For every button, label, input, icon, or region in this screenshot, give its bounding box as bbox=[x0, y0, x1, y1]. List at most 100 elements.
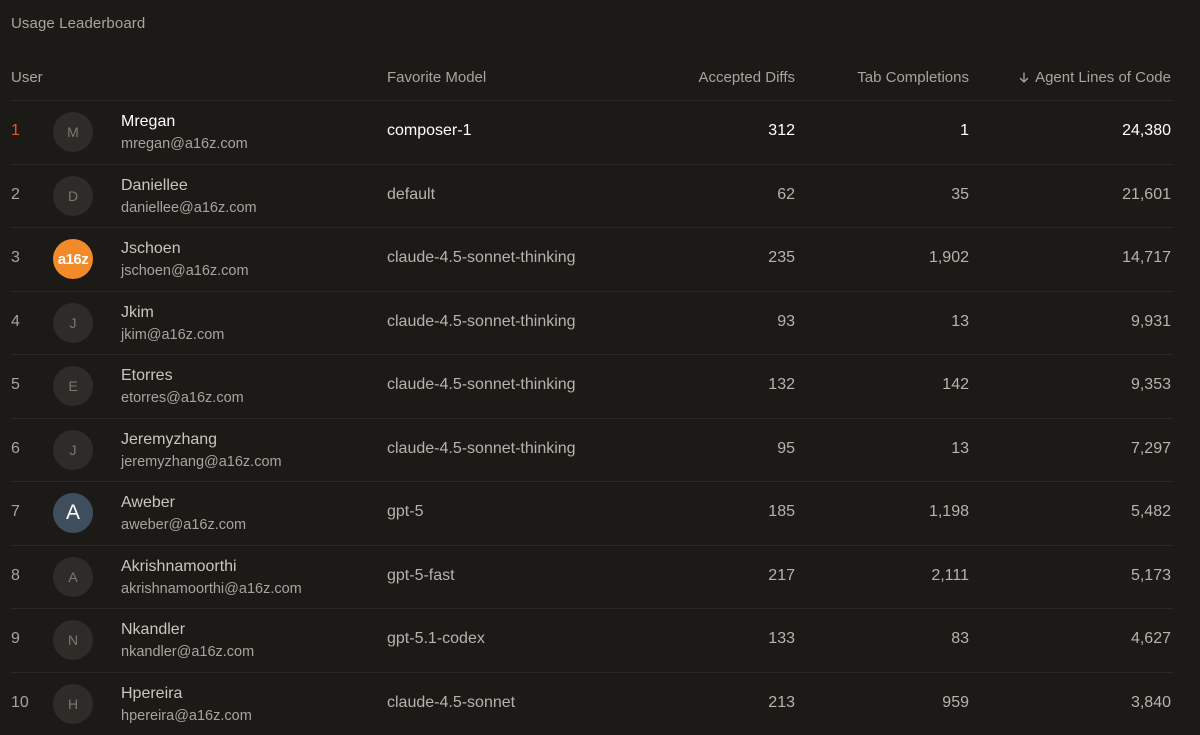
avatar: J bbox=[53, 429, 93, 470]
user-email: hpereira@a16z.com bbox=[121, 707, 252, 724]
column-header-agent-lines-label: Agent Lines of Code bbox=[1035, 69, 1171, 86]
arrow-down-icon bbox=[1019, 71, 1029, 83]
favorite-model: gpt-5 bbox=[387, 503, 424, 520]
avatar: M bbox=[53, 112, 93, 152]
avatar: J bbox=[53, 302, 93, 343]
user-email: mregan@a16z.com bbox=[121, 136, 248, 152]
user-name: Jkim bbox=[121, 303, 154, 321]
agent-lines: 9,931 bbox=[1130, 312, 1171, 330]
rank: 6 bbox=[11, 439, 20, 457]
rank: 5 bbox=[11, 376, 20, 393]
column-header-user[interactable]: User bbox=[11, 69, 43, 86]
agent-lines: 5,173 bbox=[1130, 566, 1171, 584]
user-email: jschoen@a16z.com bbox=[121, 263, 249, 279]
agent-lines: 3,840 bbox=[1130, 693, 1171, 711]
column-header-tab-completions[interactable]: Tab Completions bbox=[857, 69, 969, 86]
rank: 3 bbox=[11, 249, 20, 266]
favorite-model: claude-4.5-sonnet-thinking bbox=[387, 439, 576, 457]
user-name: Jschoen bbox=[121, 240, 181, 257]
tab-completions: 13 bbox=[951, 312, 969, 330]
avatar: A bbox=[53, 556, 93, 597]
agent-lines: 24,380 bbox=[1122, 122, 1171, 139]
tab-completions: 959 bbox=[942, 693, 969, 711]
table-row[interactable]: 4 J Jkim jkim@a16z.com claude-4.5-sonnet… bbox=[11, 292, 1173, 355]
favorite-model: claude-4.5-sonnet-thinking bbox=[387, 249, 576, 266]
favorite-model: claude-4.5-sonnet bbox=[387, 693, 516, 711]
table-row[interactable]: 3 a16z Jschoen jschoen@a16z.com claude-4… bbox=[11, 228, 1173, 292]
tab-completions: 2,111 bbox=[931, 566, 969, 584]
agent-lines: 4,627 bbox=[1130, 630, 1171, 647]
table-row[interactable]: 8 A Akrishnamoorthi akrishnamoorthi@a16z… bbox=[11, 546, 1173, 609]
user-name: Akrishnamoorthi bbox=[121, 557, 237, 575]
agent-lines: 21,601 bbox=[1122, 185, 1171, 203]
accepted-diffs: 132 bbox=[768, 376, 795, 393]
leaderboard-table: User Favorite Model Accepted Diffs Tab C… bbox=[11, 56, 1173, 735]
rank: 4 bbox=[11, 312, 20, 330]
rank: 1 bbox=[11, 122, 20, 139]
table-row[interactable]: 7 A Aweber aweber@a16z.com gpt-5 185 1,1… bbox=[11, 482, 1173, 546]
agent-lines: 5,482 bbox=[1130, 503, 1171, 520]
table-header: User Favorite Model Accepted Diffs Tab C… bbox=[11, 56, 1173, 101]
accepted-diffs: 185 bbox=[768, 503, 795, 520]
rank: 10 bbox=[11, 693, 29, 711]
tab-completions: 1,198 bbox=[928, 503, 969, 520]
favorite-model: claude-4.5-sonnet-thinking bbox=[387, 376, 576, 393]
favorite-model: claude-4.5-sonnet-thinking bbox=[387, 312, 576, 330]
accepted-diffs: 62 bbox=[777, 185, 795, 203]
user-name: Nkandler bbox=[121, 621, 186, 638]
user-name: Aweber bbox=[121, 494, 175, 511]
rank: 7 bbox=[11, 503, 20, 520]
tab-completions: 83 bbox=[951, 630, 969, 647]
avatar: H bbox=[53, 683, 93, 724]
table-row[interactable]: 9 N Nkandler nkandler@a16z.com gpt-5.1-c… bbox=[11, 609, 1173, 673]
rank: 9 bbox=[11, 630, 20, 647]
user-name: Mregan bbox=[121, 113, 176, 130]
accepted-diffs: 312 bbox=[768, 122, 795, 139]
avatar: a16z bbox=[53, 239, 93, 279]
user-email: jeremyzhang@a16z.com bbox=[121, 453, 282, 470]
user-email: etorres@a16z.com bbox=[121, 390, 244, 406]
favorite-model: default bbox=[387, 185, 436, 203]
table-row[interactable]: 1 M Mregan mregan@a16z.com composer-1 31… bbox=[11, 101, 1173, 165]
column-header-agent-lines[interactable]: Agent Lines of Code bbox=[1017, 69, 1171, 86]
tab-completions: 13 bbox=[951, 439, 969, 457]
favorite-model: composer-1 bbox=[387, 122, 472, 139]
avatar: A bbox=[53, 493, 93, 533]
favorite-model: gpt-5-fast bbox=[387, 566, 455, 584]
column-header-accepted-diffs[interactable]: Accepted Diffs bbox=[699, 69, 795, 86]
rank: 2 bbox=[11, 185, 20, 203]
avatar: D bbox=[53, 175, 93, 216]
user-email: daniellee@a16z.com bbox=[121, 199, 257, 216]
favorite-model: gpt-5.1-codex bbox=[387, 630, 485, 647]
table-body: 1 M Mregan mregan@a16z.com composer-1 31… bbox=[11, 101, 1173, 735]
agent-lines: 14,717 bbox=[1122, 249, 1171, 266]
avatar: N bbox=[53, 620, 93, 660]
page-title: Usage Leaderboard bbox=[11, 15, 146, 32]
user-name: Jeremyzhang bbox=[121, 430, 218, 448]
tab-completions: 1 bbox=[960, 122, 969, 139]
user-email: akrishnamoorthi@a16z.com bbox=[121, 580, 302, 597]
accepted-diffs: 93 bbox=[777, 312, 795, 330]
accepted-diffs: 217 bbox=[768, 566, 795, 584]
user-email: aweber@a16z.com bbox=[121, 517, 247, 533]
rank: 8 bbox=[11, 566, 20, 584]
tab-completions: 1,902 bbox=[928, 249, 969, 266]
accepted-diffs: 235 bbox=[768, 249, 795, 266]
user-name: Hpereira bbox=[121, 684, 183, 702]
tab-completions: 142 bbox=[942, 376, 969, 393]
table-row[interactable]: 2 D Daniellee daniellee@a16z.com default… bbox=[11, 165, 1173, 228]
agent-lines: 7,297 bbox=[1130, 439, 1171, 457]
tab-completions: 35 bbox=[951, 185, 969, 203]
user-name: Etorres bbox=[121, 367, 173, 384]
accepted-diffs: 213 bbox=[768, 693, 795, 711]
table-row[interactable]: 6 J Jeremyzhang jeremyzhang@a16z.com cla… bbox=[11, 419, 1173, 482]
agent-lines: 9,353 bbox=[1130, 376, 1171, 393]
user-email: nkandler@a16z.com bbox=[121, 644, 255, 660]
table-row[interactable]: 10 H Hpereira hpereira@a16z.com claude-4… bbox=[11, 673, 1173, 735]
avatar: E bbox=[53, 366, 93, 406]
user-name: Daniellee bbox=[121, 176, 188, 194]
accepted-diffs: 133 bbox=[768, 630, 795, 647]
user-email: jkim@a16z.com bbox=[121, 326, 225, 343]
table-row[interactable]: 5 E Etorres etorres@a16z.com claude-4.5-… bbox=[11, 355, 1173, 419]
column-header-favorite-model[interactable]: Favorite Model bbox=[387, 69, 486, 86]
